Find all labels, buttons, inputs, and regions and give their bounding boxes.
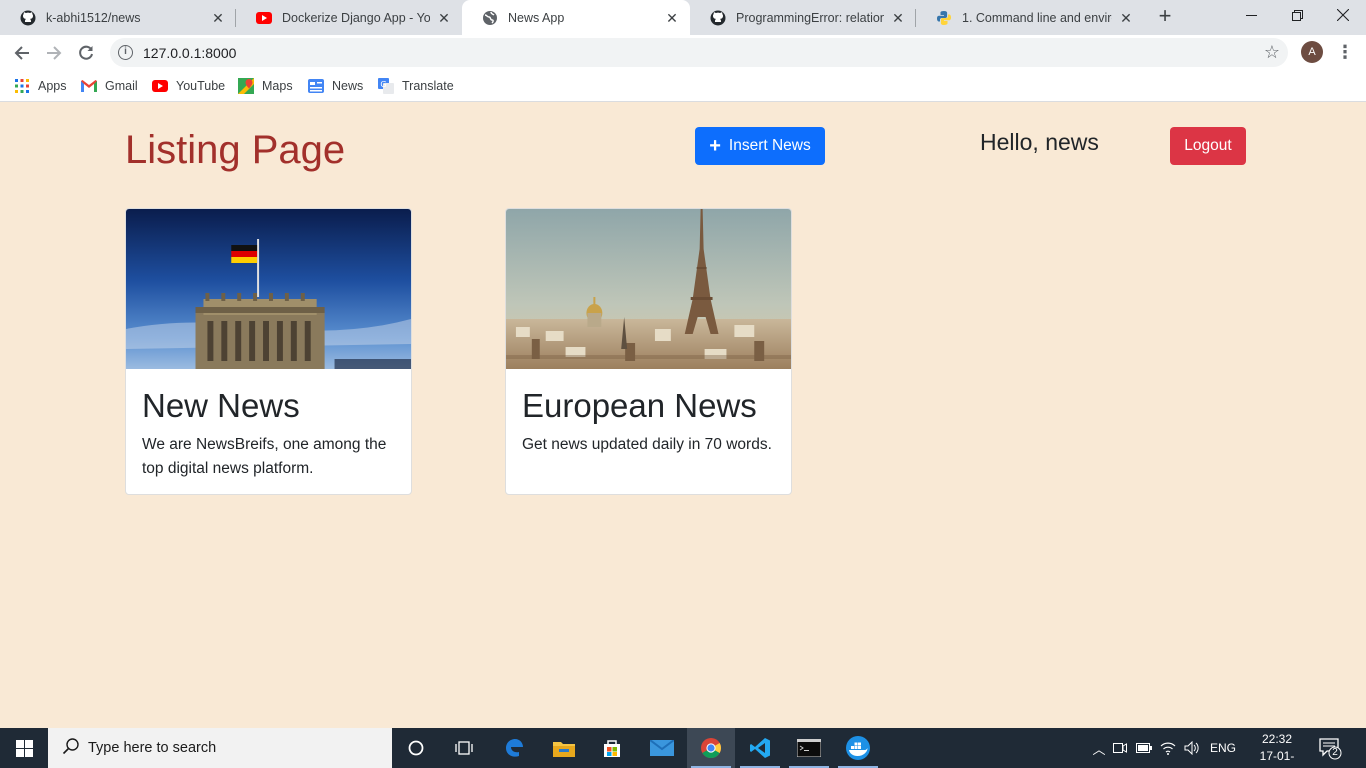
wifi-icon[interactable]: [1156, 741, 1180, 755]
tab-title: 1. Command line and environm: [962, 10, 1112, 25]
tab-python-docs[interactable]: 1. Command line and environm ✕: [916, 0, 1144, 35]
close-window-button[interactable]: [1320, 0, 1366, 30]
clock-time: 22:32: [1261, 732, 1293, 746]
bookmark-label: News: [332, 79, 364, 93]
search-placeholder: Type here to search: [88, 740, 217, 756]
system-tray: ︿ ENG: [1090, 728, 1242, 768]
bookmark-label: Apps: [38, 79, 67, 93]
browser-toolbar: i 127.0.0.1:8000 ☆ A ⋮: [0, 35, 1366, 70]
news-icon: [308, 78, 324, 94]
language-indicator[interactable]: ENG: [1204, 741, 1242, 755]
logout-button[interactable]: Logout: [1170, 127, 1246, 165]
card-text: We are NewsBreifs, one among the top dig…: [142, 436, 387, 477]
tab-title: ProgrammingError: relation "dj: [736, 10, 884, 25]
bookmark-translate[interactable]: G Translate: [378, 76, 454, 96]
address-bar[interactable]: i 127.0.0.1:8000 ☆: [110, 38, 1288, 67]
tab-news-app[interactable]: News App ✕: [462, 0, 690, 35]
bookmark-apps[interactable]: Apps: [14, 76, 67, 96]
maps-icon: [238, 78, 254, 94]
bookmark-label: Gmail: [105, 79, 138, 93]
tab-title: News App: [508, 10, 565, 25]
translate-icon: G: [378, 78, 394, 94]
cortana-icon[interactable]: [392, 728, 440, 768]
close-icon[interactable]: ✕: [664, 10, 680, 26]
insert-news-button[interactable]: + Insert News: [695, 127, 825, 165]
reload-button[interactable]: [72, 39, 100, 67]
edge-icon[interactable]: [490, 728, 538, 768]
clock[interactable]: 22:32 17-01-2021: [1250, 731, 1304, 768]
card-text: Get news updated daily in 70 words.: [522, 436, 772, 453]
microsoft-store-icon[interactable]: [588, 728, 636, 768]
meet-now-icon[interactable]: [1108, 742, 1132, 754]
insert-news-label: Insert News: [728, 137, 811, 154]
bookmarks-bar: Apps Gmail YouTube Maps News G Translate: [0, 70, 1366, 102]
close-icon[interactable]: ✕: [1118, 10, 1134, 26]
chrome-icon[interactable]: [687, 728, 735, 768]
close-icon[interactable]: ✕: [890, 10, 906, 26]
youtube-icon: [152, 78, 168, 94]
tab-github-error[interactable]: ProgrammingError: relation "dj ✕: [690, 0, 916, 35]
page-title: Listing Page: [125, 128, 346, 172]
notification-center-icon[interactable]: 2: [1318, 736, 1342, 760]
globe-icon: [482, 10, 498, 26]
volume-icon[interactable]: [1180, 741, 1204, 755]
docker-icon[interactable]: [834, 728, 882, 768]
close-icon[interactable]: ✕: [436, 10, 452, 26]
search-icon: [62, 737, 80, 760]
apps-grid-icon: [14, 78, 30, 94]
youtube-icon: [256, 10, 272, 26]
python-icon: [936, 10, 952, 26]
minimize-button[interactable]: [1228, 0, 1274, 30]
battery-icon[interactable]: [1132, 743, 1156, 753]
bookmark-gmail[interactable]: Gmail: [81, 76, 138, 96]
back-button[interactable]: [8, 39, 36, 67]
file-explorer-icon[interactable]: [540, 728, 588, 768]
url-text[interactable]: 127.0.0.1:8000: [143, 45, 236, 61]
bookmark-label: Translate: [402, 79, 454, 93]
svg-text:G: G: [380, 80, 386, 89]
tab-strip: k-abhi1512/news ✕ Dockerize Django App -…: [0, 0, 1366, 35]
bookmark-label: Maps: [262, 79, 293, 93]
tab-youtube-docker[interactable]: Dockerize Django App - YouTube ✕: [236, 0, 462, 35]
bookmark-maps[interactable]: Maps: [238, 76, 293, 96]
windows-start-icon[interactable]: [0, 728, 48, 768]
plus-icon: +: [709, 135, 721, 157]
bookmark-star-icon[interactable]: ☆: [1264, 42, 1280, 63]
notification-count: 2: [1332, 747, 1338, 758]
news-card[interactable]: European News Get news updated daily in …: [505, 208, 792, 495]
reichstag-flag-image: [126, 209, 411, 369]
info-icon[interactable]: i: [118, 45, 133, 60]
bookmark-news[interactable]: News: [308, 76, 363, 96]
vscode-icon[interactable]: [736, 728, 784, 768]
tab-title: k-abhi1512/news: [46, 10, 141, 25]
restore-button[interactable]: [1274, 0, 1320, 30]
github-icon: [710, 10, 726, 26]
card-title: New News: [142, 387, 300, 424]
close-icon[interactable]: ✕: [210, 10, 226, 26]
chevron-up-icon[interactable]: ︿: [1090, 739, 1108, 758]
clock-date: 17-01-2021: [1259, 749, 1295, 768]
profile-avatar[interactable]: A: [1301, 41, 1323, 63]
gmail-icon: [81, 78, 97, 94]
new-tab-button[interactable]: +: [1154, 5, 1176, 27]
paris-eiffel-image: [506, 209, 791, 369]
taskbar-search-box[interactable]: Type here to search: [48, 728, 392, 768]
tab-title: Dockerize Django App - YouTube: [282, 10, 430, 25]
chrome-menu-icon[interactable]: ⋮: [1336, 41, 1354, 63]
card-title: European News: [522, 387, 757, 424]
bookmark-label: YouTube: [176, 79, 226, 93]
bookmark-youtube[interactable]: YouTube: [152, 76, 225, 96]
user-greeting: Hello, news: [980, 129, 1099, 155]
windows-taskbar: Type here to search ︿ ENG 22:32 17-01- 2: [0, 728, 1366, 768]
task-view-icon[interactable]: [440, 728, 488, 768]
terminal-icon[interactable]: [785, 728, 833, 768]
news-card[interactable]: New News We are NewsBreifs, one among th…: [125, 208, 412, 495]
tab-github-news[interactable]: k-abhi1512/news ✕: [0, 0, 236, 35]
page-content: Listing Page + Insert News Hello, news L…: [0, 102, 1366, 728]
mail-icon[interactable]: [638, 728, 686, 768]
github-icon: [20, 10, 36, 26]
forward-button[interactable]: [40, 39, 68, 67]
